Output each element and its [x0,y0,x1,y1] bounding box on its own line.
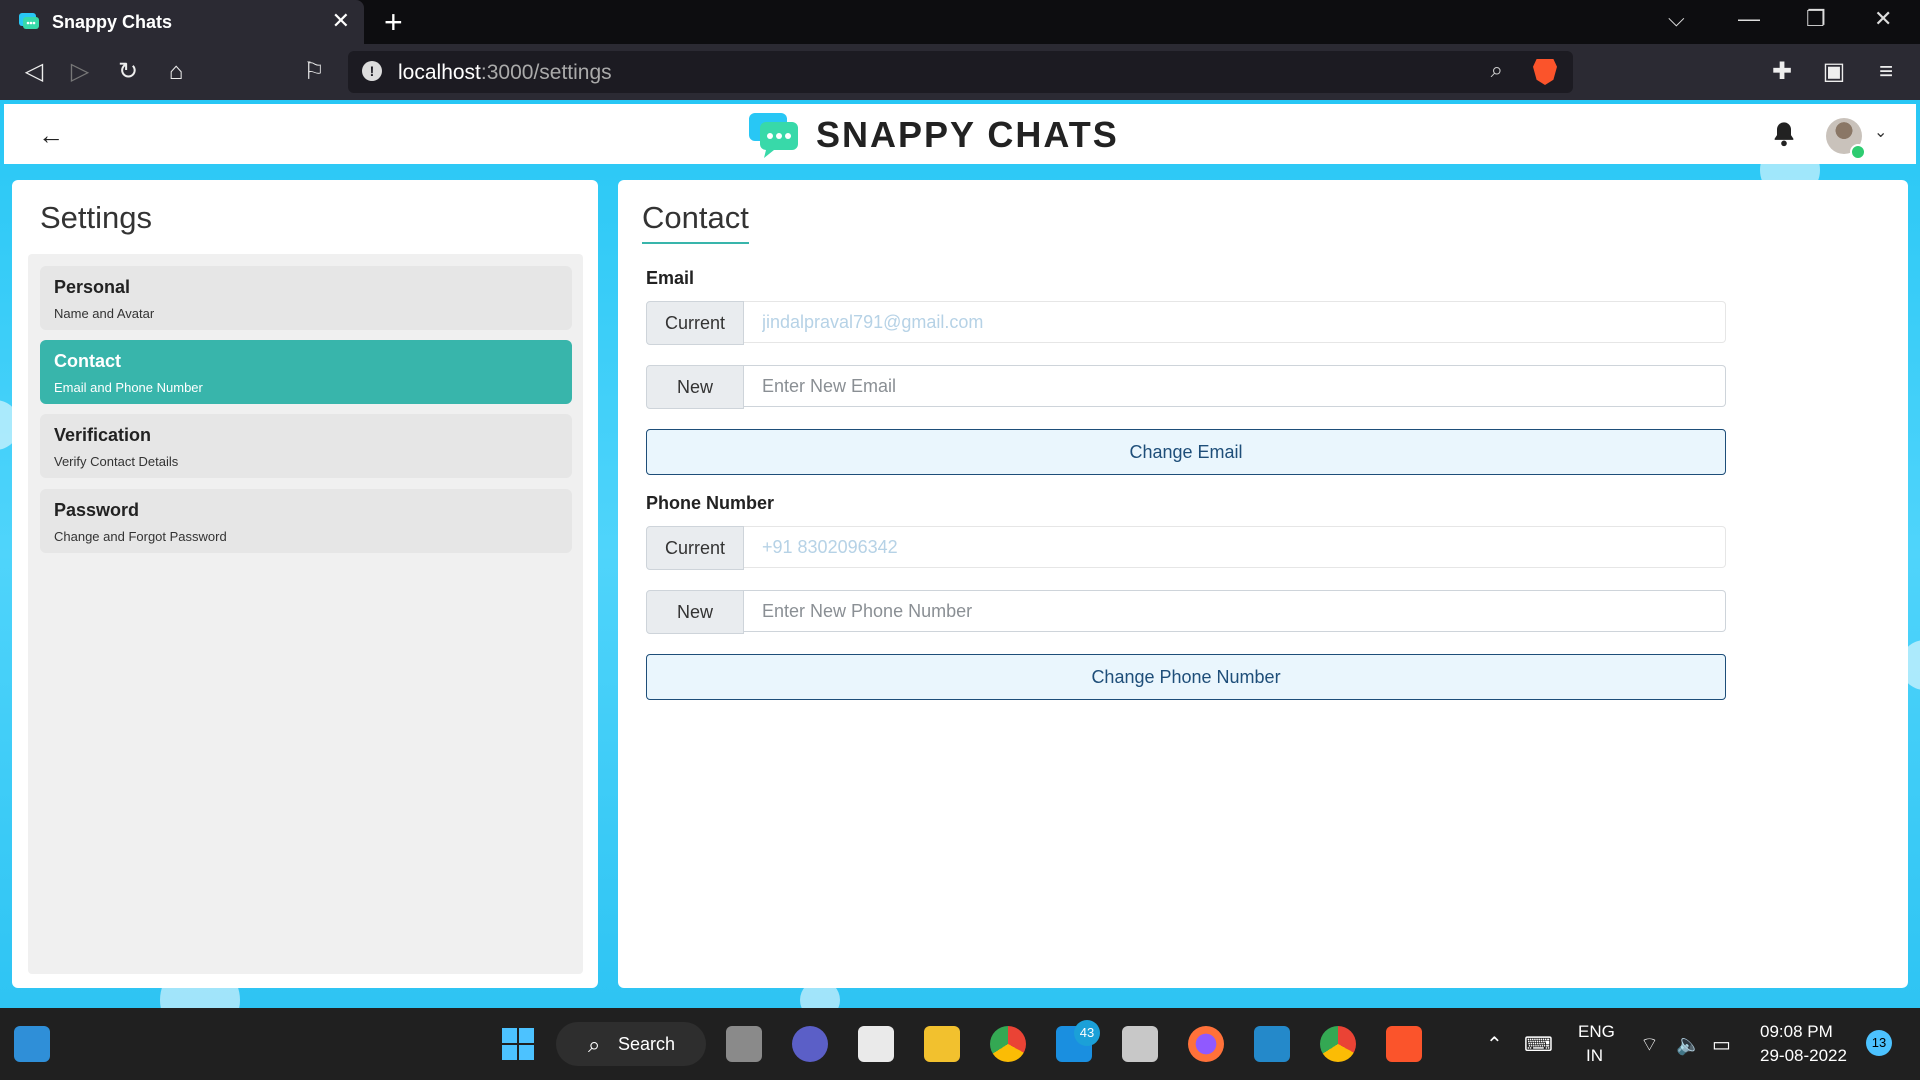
taskbar-search-label: Search [618,1034,676,1054]
new-phone-field[interactable] [744,590,1726,632]
firefox-icon[interactable] [1188,1026,1224,1062]
new-phone-prefix: New [646,590,744,634]
menu-item-label: Password [54,500,140,520]
wallet-icon[interactable]: ▣ [1818,56,1850,88]
task-view-icon[interactable] [726,1026,762,1062]
menu-item-label: Personal [54,277,131,297]
chrome-icon[interactable] [990,1026,1026,1062]
menu-item-label: Verification [54,425,152,445]
browser-tab-title: Snappy Chats [52,11,173,32]
back-icon[interactable]: ◁ [18,56,50,88]
remote-desktop-icon[interactable] [1122,1026,1158,1062]
browser-toolbar: ◁ ▷ ↻ ⌂ ⚐ ! localhost:3000/settings ⌕ ✚ … [0,44,1920,100]
file-explorer-icon[interactable] [924,1026,960,1062]
settings-menu-item-verification[interactable]: Verification Verify Contact Details [40,414,572,478]
tab-list-chevron-icon[interactable]: ⌵ [1668,6,1685,32]
menu-icon[interactable]: ≡ [1870,56,1902,88]
notification-count-badge[interactable]: 13 [1866,1030,1892,1056]
menu-item-subtitle: Verify Contact Details [54,454,179,469]
brave-shields-icon[interactable] [1533,59,1557,85]
zoom-icon[interactable]: ⌕ [1491,57,1503,83]
browser-tab-strip: Snappy Chats ✕ + ⌵ — ❐ ✕ [0,0,1920,44]
menu-item-subtitle: Email and Phone Number [54,380,203,395]
language-indicator[interactable]: ENG [1578,1022,1615,1042]
language-region: IN [1586,1046,1603,1065]
bookmark-icon[interactable]: ⚐ [298,56,330,88]
chevron-down-icon[interactable]: ⌄ [1874,122,1887,142]
online-status-icon [1850,144,1866,160]
taskbar: ⌕ Search 43 ⌃ ⌨ ENG IN ⌔ 🔈 ▭ 09:08 PM 29… [0,1008,1920,1080]
wifi-icon[interactable]: ⌔ [1640,1032,1659,1057]
mail-badge: 43 [1074,1020,1100,1046]
bell-icon[interactable] [1770,120,1798,148]
restore-icon[interactable]: ❐ [1806,6,1826,32]
new-tab-icon[interactable]: + [384,6,403,38]
new-email-group: New [646,365,1726,409]
clock-time[interactable]: 09:08 PM [1760,1022,1833,1042]
current-email-group: Current [646,301,1726,345]
settings-menu-item-personal[interactable]: Personal Name and Avatar [40,266,572,330]
app-logo-text: SNAPPY CHATS [816,114,1119,155]
current-email-prefix: Current [646,301,744,345]
current-phone-field [744,526,1726,568]
forward-icon[interactable]: ▷ [64,56,96,88]
close-tab-icon[interactable]: ✕ [332,10,350,32]
url-text: localhost:3000/settings [398,61,612,84]
menu-item-subtitle: Change and Forgot Password [54,529,227,544]
snappy-chats-favicon-icon [19,13,39,29]
widgets-icon[interactable] [14,1026,50,1062]
battery-icon[interactable]: ▭ [1712,1032,1731,1057]
site-info-icon[interactable]: ! [362,61,382,81]
vscode-icon[interactable] [1254,1026,1290,1062]
menu-item-label: Contact [54,351,121,371]
address-bar[interactable]: ! localhost:3000/settings ⌕ [348,51,1573,93]
reload-icon[interactable]: ↻ [112,56,144,88]
home-icon[interactable]: ⌂ [160,56,192,88]
chrome-profile-icon[interactable] [1320,1026,1356,1062]
phone-section-label: Phone Number [646,493,775,513]
clock-date[interactable]: 29-08-2022 [1760,1046,1847,1066]
settings-menu: Personal Name and Avatar Contact Email a… [28,254,583,974]
keyboard-icon[interactable]: ⌨ [1524,1032,1553,1057]
extensions-icon[interactable]: ✚ [1766,56,1798,88]
teams-chat-icon[interactable] [792,1026,828,1062]
minimize-icon[interactable]: — [1738,6,1760,32]
settings-menu-item-password[interactable]: Password Change and Forgot Password [40,489,572,553]
close-window-icon[interactable]: ✕ [1874,6,1892,32]
contact-title: Contact [642,200,749,244]
menu-item-subtitle: Name and Avatar [54,306,155,321]
settings-sidebar: Settings Personal Name and Avatar Contac… [12,180,598,988]
settings-title: Settings [40,200,153,235]
current-phone-group: Current [646,526,1726,570]
back-arrow-icon[interactable]: ← [38,120,64,151]
new-email-prefix: New [646,365,744,409]
change-email-button[interactable]: Change Email [646,429,1726,475]
app-header: ← SNAPPY CHATS ⌄ [4,104,1916,164]
new-phone-group: New [646,590,1726,634]
new-email-field[interactable] [744,365,1726,407]
change-phone-button[interactable]: Change Phone Number [646,654,1726,700]
search-icon: ⌕ [588,1032,601,1057]
app-logo[interactable]: SNAPPY CHATS [748,112,1119,158]
show-hidden-icons-icon[interactable]: ⌃ [1486,1032,1503,1057]
settings-menu-item-contact[interactable]: Contact Email and Phone Number [40,340,572,404]
current-phone-prefix: Current [646,526,744,570]
browser-tab[interactable]: Snappy Chats ✕ [0,0,364,44]
email-section-label: Email [646,268,695,288]
chat-bubbles-logo-icon [749,113,798,158]
start-menu-icon[interactable] [500,1026,536,1062]
taskbar-search[interactable]: ⌕ Search [556,1022,706,1066]
current-email-field [744,301,1726,343]
contact-panel: Contact Email Current New Change Email P… [618,180,1908,988]
page-background: ← SNAPPY CHATS ⌄ Settings Personal Name … [0,100,1920,1008]
volume-icon[interactable]: 🔈 [1676,1032,1701,1057]
microsoft-store-icon[interactable] [858,1026,894,1062]
brave-browser-icon[interactable] [1386,1026,1422,1062]
